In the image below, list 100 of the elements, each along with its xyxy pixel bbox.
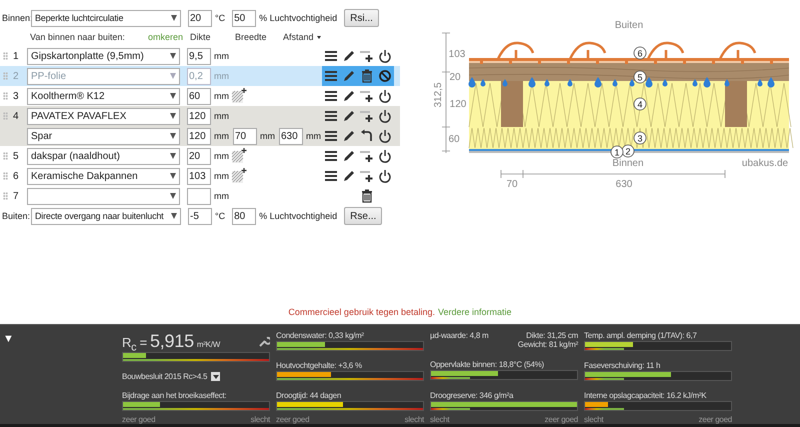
reverse-link[interactable]: omkeren [144,32,183,42]
layer-row[interactable]: 3 Kooltherm® K12 60 mm [0,86,400,106]
material-select[interactable]: Keramische Dakpannen [27,168,180,184]
rc-value: 5,915 [150,331,194,352]
drag-handle-icon[interactable] [3,192,8,200]
scale-label: zeer goed [122,415,156,424]
power-icon[interactable] [378,89,392,103]
add-layer-icon[interactable] [360,49,374,63]
temperature-field[interactable]: -5 [188,208,212,224]
spacing-field[interactable]: 630 [279,128,303,144]
dimension-label: 630 [616,179,632,190]
resistance-button[interactable]: Rse... [344,207,382,225]
layer-marker: 6 [634,46,646,60]
pencil-icon[interactable] [342,49,356,63]
layer-number: 5 [13,150,20,162]
thickness-field[interactable]: 120 [187,108,211,124]
add-layer-icon[interactable] [360,149,374,163]
drag-handle-icon[interactable] [3,112,8,120]
pencil-icon[interactable] [342,169,356,183]
menu-icon[interactable] [324,89,338,103]
layer-marker: 1 [610,146,624,158]
sort-caret-icon[interactable] [316,36,321,38]
pencil-icon[interactable] [342,149,356,163]
drag-handle-icon[interactable] [3,52,8,60]
width-field[interactable]: 70 [233,128,257,144]
material-select[interactable]: dakspar (naaldhout) [27,148,180,164]
humidity-field[interactable]: 50 [232,10,256,26]
climate-label: Binnen: [2,13,33,23]
resistance-button[interactable]: Rsi... [344,9,379,27]
caret-icon [170,153,176,159]
inside-label: Binnen [612,158,644,169]
power-icon[interactable] [378,109,392,123]
credit-label: ubakus.de [742,158,788,169]
layer-row[interactable]: 1 Gipskartonplatte (9,5mm) 9,5 mm [0,46,400,66]
dropdown-icon[interactable] [211,372,220,381]
menu-icon[interactable] [324,49,338,63]
pencil-icon[interactable] [342,109,356,123]
trash-icon[interactable] [360,189,374,203]
power-icon[interactable] [378,129,392,143]
power-icon[interactable] [378,49,392,63]
info-link[interactable]: Verdere informatie [438,307,512,317]
temperature-field[interactable]: 20 [188,10,212,26]
dimension-label: 70 [506,179,518,190]
rc-label: R$_{c}$ = [122,335,148,354]
thickness-field[interactable]: 9,5 [187,48,211,64]
caret-icon [171,15,177,21]
layer-row[interactable]: 5 dakspar (naaldhout) 20 mm [0,146,400,166]
thickness-field[interactable] [187,188,211,204]
add-layer-icon[interactable] [360,109,374,123]
layer-row[interactable]: 7 mm [0,186,400,206]
hatch-add-icon[interactable] [231,168,247,184]
pencil-icon[interactable] [342,89,356,103]
column-header: Breedte [235,32,268,42]
result-label: Gewicht: 81 kg/m² [518,340,578,349]
hatch-add-icon[interactable] [231,88,247,104]
caret-icon [170,133,176,139]
column-header: Van binnen naar buiten: [30,32,126,42]
add-layer-icon[interactable] [360,169,374,183]
hatch-add-icon[interactable] [231,148,247,164]
layer-row[interactable]: Spar 120 mm 70 mm 630 mm [0,126,400,146]
column-header: Dikte [190,32,212,42]
drag-handle-icon[interactable] [3,92,8,100]
layer-marker: 5 [634,70,646,84]
result-label: Condenswater: 0,33 kg/m² [276,331,365,340]
pencil-icon[interactable] [342,129,356,143]
material-select[interactable]: Directe overgang naar buitenlucht [31,208,181,224]
drag-handle-icon[interactable] [3,172,8,180]
dimension-label: 120 [450,99,466,110]
menu-icon[interactable] [324,169,338,183]
climate-label: Buiten: [2,211,30,221]
outside-label: Buiten [614,20,644,31]
layer-row[interactable]: 4 PAVATEX PAVAFLEX 120 mm [0,106,400,126]
menu-icon[interactable] [324,129,338,143]
unit-label: m²K/W [196,340,220,349]
power-icon[interactable] [378,169,392,183]
material-select[interactable]: PAVATEX PAVAFLEX [27,108,180,124]
undo-arrow-icon[interactable] [360,129,374,143]
thickness-field[interactable]: 20 [187,148,211,164]
thickness-field[interactable]: 60 [187,88,211,104]
thickness-field[interactable]: 120 [187,128,211,144]
scale-label: slecht [430,415,450,424]
material-select[interactable]: Gipskartonplatte (9,5mm) [27,48,180,64]
humidity-field[interactable]: 80 [232,208,256,224]
material-select[interactable]: Beperkte luchtcirculatie [31,10,181,26]
add-layer-icon[interactable] [360,89,374,103]
collapse-toggle[interactable]: ▼ [3,333,14,345]
column-header[interactable]: Afstand [283,32,314,42]
thickness-field[interactable]: 103 [187,168,211,184]
result-label: Houtvochtgehalte: +3,6 % [276,361,363,370]
menu-icon[interactable] [324,109,338,123]
menu-icon[interactable] [324,149,338,163]
caret-icon [170,93,176,99]
humidity-label: % Luchtvochtigheid [259,13,338,23]
caret-icon [171,213,177,219]
material-select[interactable]: Spar [27,128,180,144]
drag-handle-icon[interactable] [3,152,8,160]
layer-row[interactable]: 6 Keramische Dakpannen 103 mm [0,166,400,186]
power-icon[interactable] [378,149,392,163]
unit-label: mm [214,91,230,101]
material-select[interactable]: Kooltherm® K12 [27,88,180,104]
